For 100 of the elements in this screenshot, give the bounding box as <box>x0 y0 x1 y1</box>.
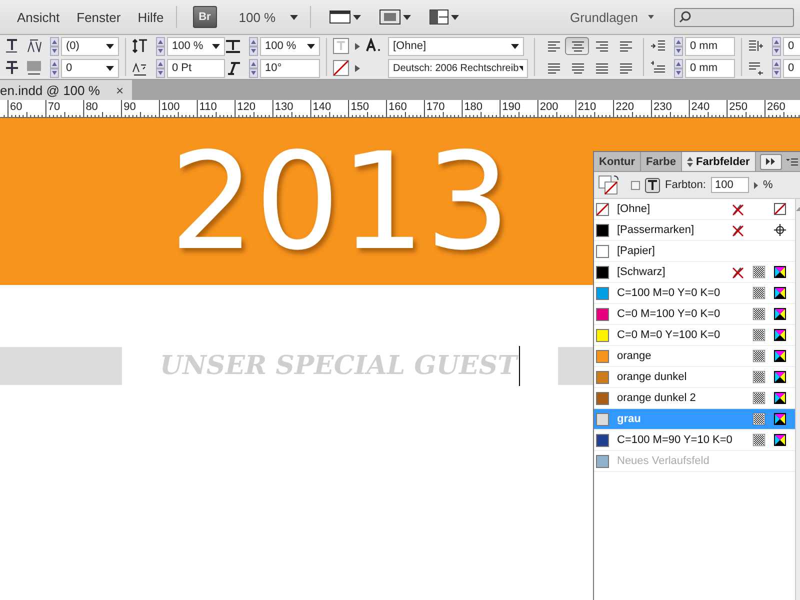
arrow-icon[interactable] <box>355 64 360 72</box>
first-line-indent-field[interactable]: 0 mm <box>685 58 735 78</box>
last-line-indent-field[interactable]: 0 <box>783 58 800 78</box>
search-field[interactable] <box>674 8 794 26</box>
stepper[interactable] <box>674 58 683 78</box>
cmyk-icon <box>774 413 786 425</box>
character-style-field[interactable]: [Ohne] <box>388 36 524 56</box>
process-color-icon <box>753 392 766 404</box>
cmyk-icon <box>774 287 786 299</box>
swatch-row[interactable]: C=0 M=100 Y=0 K=0 <box>594 304 796 325</box>
ruler-number: 220 <box>616 101 634 113</box>
kerning-field[interactable]: 0 <box>61 58 119 78</box>
ruler-number: 250 <box>729 101 748 113</box>
document-tab[interactable]: en.indd @ 100 % × <box>0 80 132 100</box>
close-button[interactable]: × <box>116 82 124 98</box>
stepper[interactable] <box>674 36 683 56</box>
stepper[interactable] <box>249 36 258 56</box>
ruler-number: 150 <box>350 101 370 113</box>
checkbox[interactable] <box>631 180 640 190</box>
ruler-number: 140 <box>312 101 332 113</box>
stepper[interactable] <box>772 36 781 56</box>
panel-tab[interactable]: Kontur <box>594 152 642 171</box>
tint-field[interactable]: 100 <box>710 177 749 193</box>
locked-pencil-icon <box>732 266 744 278</box>
skew-field[interactable]: 10° <box>260 58 320 78</box>
panel-tab[interactable]: Farbfelder <box>682 152 756 171</box>
arrow-icon[interactable] <box>355 42 360 50</box>
text-fill-swatch[interactable] <box>333 38 349 54</box>
swatch-row[interactable]: [Papier] <box>594 241 796 262</box>
collapse-button[interactable] <box>760 154 782 170</box>
locked-pencil-icon <box>732 224 744 236</box>
paragraph-lines-icon <box>546 62 560 74</box>
ruler-number: 190 <box>502 101 520 113</box>
process-color-icon <box>753 287 766 299</box>
zoom-level[interactable]: 100 % <box>238 10 276 24</box>
layout-icon[interactable] <box>428 9 459 25</box>
stepper[interactable] <box>50 58 59 78</box>
fill-stroke-icon[interactable] <box>598 175 620 195</box>
last-line-indent-icon <box>748 60 764 76</box>
ruler-number: 200 <box>540 101 558 113</box>
tint-label: Farbton: <box>665 179 706 191</box>
tracking-field[interactable]: (0) <box>61 36 119 56</box>
screen-mode-icon[interactable] <box>378 9 411 25</box>
ruler-number: 100 <box>161 101 180 113</box>
menu-item[interactable]: Fenster <box>76 8 121 26</box>
text-stroke-swatch[interactable] <box>333 60 349 76</box>
swatch-row[interactable]: orange dunkel <box>594 367 796 388</box>
double-arrow-icon <box>766 158 776 165</box>
ruler-number: 110 <box>199 101 217 113</box>
horizontal-scale-field[interactable]: 100 % <box>260 36 320 56</box>
baseline-shift-icon <box>132 60 148 76</box>
locked-pencil-icon <box>732 202 744 216</box>
swatch-row[interactable]: [Passermarken] <box>594 220 796 241</box>
text-format-icon[interactable] <box>645 178 660 192</box>
arrow-icon[interactable] <box>754 182 758 188</box>
right-indent-field[interactable]: 0 <box>783 36 800 56</box>
stepper[interactable] <box>50 36 59 56</box>
swatch-row[interactable]: [Ohne] <box>594 199 796 220</box>
align-button[interactable] <box>565 37 589 55</box>
swatch-row[interactable]: orange <box>594 346 796 367</box>
character-style-icon <box>366 38 382 54</box>
swatch-row[interactable]: [Schwarz] <box>594 262 796 283</box>
bridge-button[interactable]: Br <box>192 6 217 28</box>
ruler-number: 170 <box>426 101 445 113</box>
ruler-number: 60 <box>10 101 22 113</box>
skew-icon <box>225 60 241 76</box>
swatch-row[interactable]: C=100 M=90 Y=10 K=0 <box>594 430 796 451</box>
cmyk-icon <box>774 308 786 320</box>
menu-item[interactable]: Hilfe <box>138 8 164 26</box>
vertical-scale-field[interactable]: 100 % <box>167 36 225 56</box>
stepper[interactable] <box>156 58 165 78</box>
process-color-icon <box>753 371 766 383</box>
paragraph-lines-icon <box>594 40 608 52</box>
left-indent-field[interactable]: 0 mm <box>685 36 735 56</box>
process-color-icon <box>753 266 766 278</box>
tracking-icon <box>26 38 42 54</box>
text-cursor <box>519 346 520 386</box>
ruler-number: 260 <box>767 101 786 113</box>
stepper[interactable] <box>156 36 165 56</box>
workspace-switcher[interactable]: Grundlagen <box>570 10 638 24</box>
ruler-number: 230 <box>654 101 672 113</box>
swatch-row[interactable]: C=100 M=0 Y=0 K=0 <box>594 283 796 304</box>
none-swatch-icon <box>774 203 786 215</box>
panel-menu-icon[interactable] <box>786 158 798 166</box>
ruler-number: 120 <box>237 101 256 113</box>
process-color-icon <box>753 329 766 341</box>
paragraph-lines-icon <box>546 40 560 52</box>
stepper[interactable] <box>772 58 781 78</box>
stepper[interactable] <box>249 58 258 78</box>
menu-item[interactable]: Ansicht <box>17 8 60 26</box>
frame-view-icon[interactable] <box>328 9 361 25</box>
search-icon <box>679 11 691 23</box>
cmyk-icon <box>774 329 786 341</box>
process-color-icon <box>753 308 766 320</box>
updown-icon <box>687 156 694 166</box>
ruler-number: 90 <box>124 101 136 113</box>
language-field[interactable]: Deutsch: 2006 Rechtschreib <box>388 58 528 78</box>
paragraph-lines-icon <box>618 62 632 74</box>
swatch-row[interactable]: C=0 M=0 Y=100 K=0 <box>594 325 796 346</box>
baseline-shift-field[interactable]: 0 Pt <box>167 58 225 78</box>
